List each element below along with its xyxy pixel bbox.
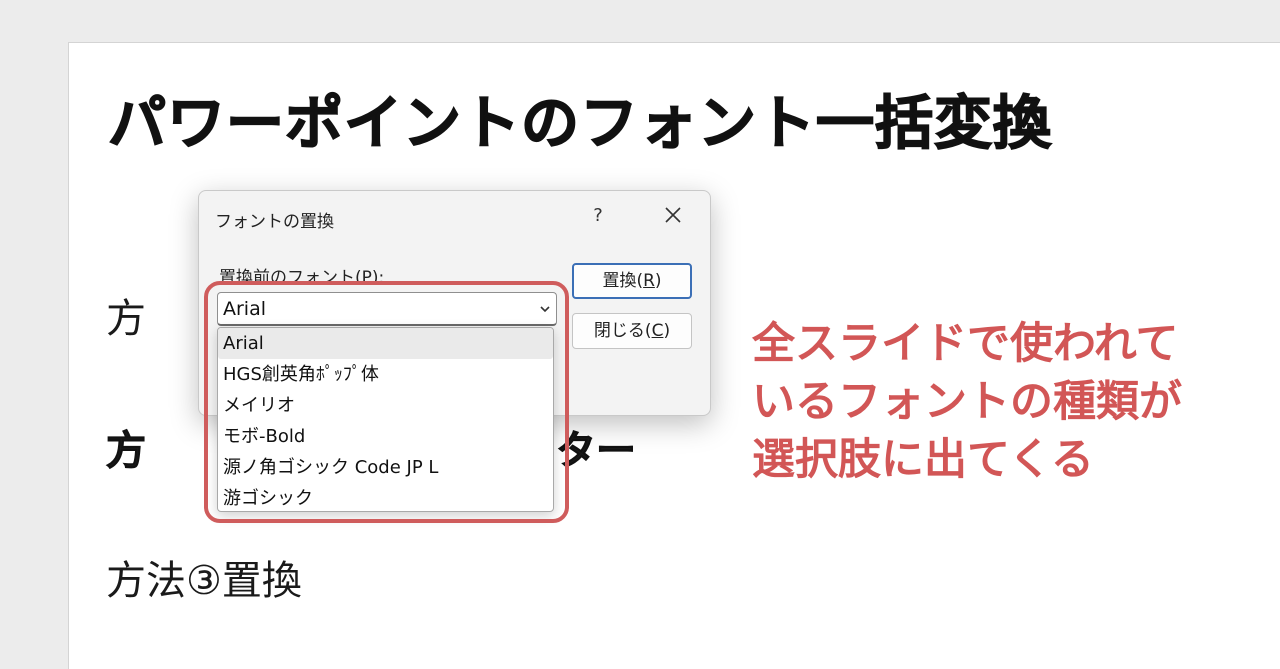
close-button-label: 閉じる( <box>593 321 652 341</box>
dialog-title: フォントの置換 <box>215 212 334 232</box>
replace-button-accesskey: R <box>643 271 655 291</box>
slide-text-method3: 方法③置換 <box>106 558 302 604</box>
help-button[interactable]: ? <box>587 203 609 229</box>
slide-heading-line2: 方 スター <box>106 418 637 476</box>
highlight-frame <box>204 281 569 523</box>
close-button-accesskey: C <box>651 321 664 341</box>
close-button[interactable]: 閉じる(C) <box>572 313 692 349</box>
annotation-line: 選択肢に出てくる <box>752 435 1094 485</box>
slide-heading-line2-left: 方 <box>106 428 147 475</box>
annotation-line: いるフォントの種類が <box>752 377 1182 427</box>
close-icon[interactable] <box>659 201 687 229</box>
replace-button-paren: ) <box>654 271 662 291</box>
dialog-titlebar[interactable]: フォントの置換 ? <box>199 191 710 243</box>
slide-title: パワーポイントのフォント一括変換 <box>107 88 1053 158</box>
replace-button-label: 置換( <box>602 271 644 291</box>
annotation-text: 全スライドで使われて いるフォントの種類が 選択肢に出てくる <box>752 315 1252 489</box>
replace-button[interactable]: 置換(R) <box>572 263 692 299</box>
annotation-line: 全スライドで使われて <box>752 319 1179 369</box>
close-button-paren: ) <box>663 321 671 341</box>
slide-text-line1: 方 <box>106 296 146 342</box>
